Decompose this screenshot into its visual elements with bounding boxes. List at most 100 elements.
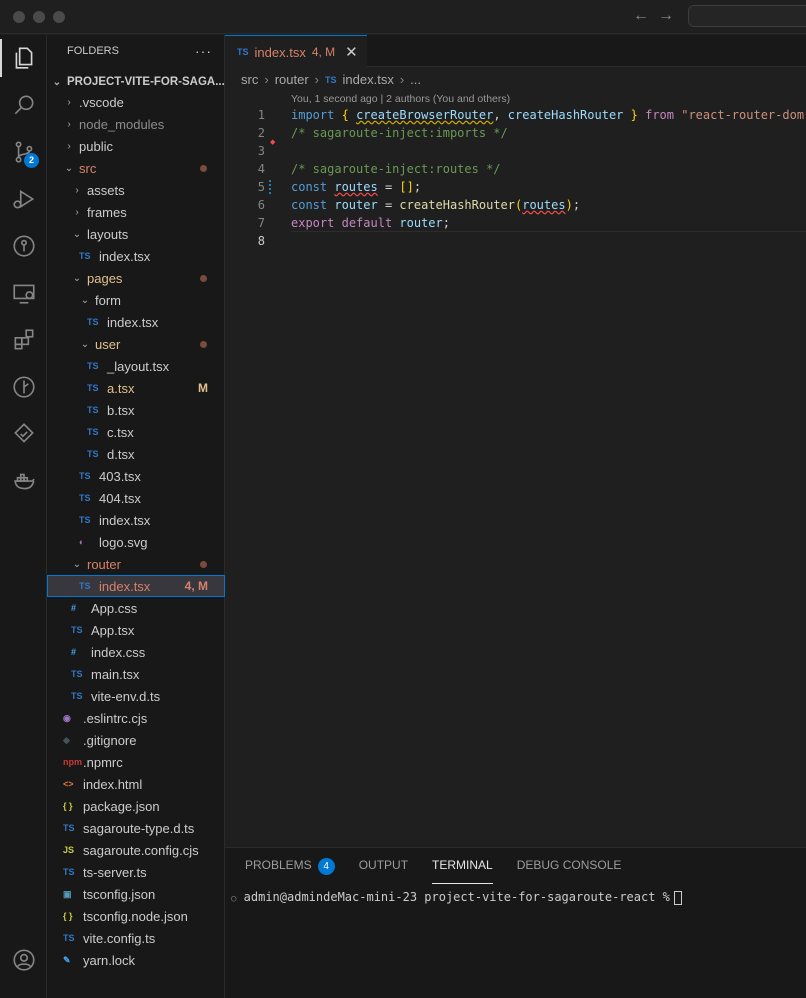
tree-item-label: 403.tsx (99, 468, 141, 484)
file-row[interactable]: TS index.tsx 4, M (47, 575, 225, 597)
file-row[interactable]: TS a.tsx M (47, 377, 225, 399)
command-center-search[interactable] (688, 5, 806, 27)
folder-row[interactable]: ⌄ router (47, 553, 225, 575)
breadcrumb-src[interactable]: src (241, 72, 258, 87)
zoom-window-button[interactable] (53, 11, 65, 23)
file-row[interactable]: { } package.json (47, 795, 225, 817)
tree-item-label: a.tsx (107, 380, 135, 396)
ts-file-icon: TS (79, 515, 91, 525)
explorer-icon[interactable] (0, 35, 47, 81)
docker-icon[interactable] (0, 458, 47, 504)
git-graph-icon[interactable] (0, 364, 47, 410)
tree-item-label: frames (87, 204, 127, 220)
file-row[interactable]: ◐ logo.svg (47, 531, 225, 553)
tree-item-label: sagaroute.config.cjs (83, 842, 199, 858)
file-row[interactable]: TS vite-env.d.ts (47, 685, 225, 707)
file-row[interactable]: TS sagaroute-type.d.ts (47, 817, 225, 839)
more-actions-icon[interactable]: ··· (195, 43, 212, 59)
file-row[interactable]: TS index.tsx (47, 245, 225, 267)
tab-terminal[interactable]: TERMINAL (432, 858, 493, 884)
terminal[interactable]: ○ admin@admindeMac-mini-23 project-vite-… (231, 890, 682, 905)
tab-debug-console[interactable]: DEBUG CONSOLE (517, 858, 622, 884)
tab-problems-label: PROBLEMS (245, 858, 312, 872)
tree-item-label: .gitignore (83, 732, 137, 748)
folder-row[interactable]: ⌄ user (47, 333, 225, 355)
extensions-icon[interactable] (0, 317, 47, 363)
breadcrumb-symbols[interactable]: ... (410, 72, 421, 87)
file-row[interactable]: TS _layout.tsx (47, 355, 225, 377)
file-row[interactable]: { } tsconfig.node.json (47, 905, 225, 927)
folder-row[interactable]: ⌄ layouts (47, 223, 225, 245)
editor-tab-index-tsx[interactable]: TS index.tsx 4, M ✕ (225, 35, 367, 68)
file-row[interactable]: # index.css (47, 641, 225, 663)
remote-explorer-icon[interactable] (0, 270, 47, 316)
git-history-icon[interactable] (0, 223, 47, 269)
file-row[interactable]: <> index.html (47, 773, 225, 795)
close-tab-icon[interactable]: ✕ (345, 43, 358, 61)
tree-item-label: assets (87, 182, 125, 198)
minimize-window-button[interactable] (33, 11, 45, 23)
breadcrumb-router[interactable]: router (275, 72, 309, 87)
git-status-badge: M (198, 381, 208, 395)
explorer-header: FOLDERS ··· (47, 35, 224, 67)
close-window-button[interactable] (13, 11, 25, 23)
file-row[interactable]: ▣ tsconfig.json (47, 883, 225, 905)
source-control-icon[interactable]: 2 (0, 129, 47, 175)
tree-item-label: node_modules (79, 116, 165, 132)
tab-problems[interactable]: PROBLEMS 4 (245, 858, 335, 884)
file-row[interactable]: TS App.tsx (47, 619, 225, 641)
ts-file-icon: TS (87, 361, 99, 371)
modified-dot (200, 165, 207, 172)
folder-row[interactable]: ⌄ pages (47, 267, 225, 289)
folder-row[interactable]: › assets (47, 179, 225, 201)
tab-output-label: OUTPUT (358, 858, 409, 872)
file-row[interactable]: TS 404.tsx (47, 487, 225, 509)
project-root-folder[interactable]: ⌄ PROJECT-VITE-FOR-SAGA... (47, 71, 225, 93)
tree-item-label: App.tsx (91, 622, 135, 638)
folder-row[interactable]: › frames (47, 201, 225, 223)
folder-row[interactable]: ⌄ src (47, 157, 225, 179)
file-row[interactable]: # App.css (47, 597, 225, 619)
tree-item-label: src (79, 160, 97, 176)
file-row[interactable]: ◆ .gitignore (47, 729, 225, 751)
code-token: } (630, 108, 638, 122)
file-row[interactable]: JS sagaroute.config.cjs (47, 839, 225, 861)
back-arrow-icon[interactable]: ← (633, 7, 649, 25)
git-blame-codelens[interactable]: You, 1 second ago | 2 authors (You and o… (291, 93, 510, 105)
line-number: 3 (257, 144, 265, 158)
test-flask-icon[interactable] (0, 411, 47, 457)
file-row[interactable]: npm .npmrc (47, 751, 225, 773)
search-icon[interactable] (0, 82, 47, 128)
file-row[interactable]: TS c.tsx (47, 421, 225, 443)
folder-row[interactable]: ⌄ form (47, 289, 225, 311)
folder-row[interactable]: › public (47, 135, 225, 157)
code-token: createBrowserRouter (356, 108, 494, 122)
file-row[interactable]: TS d.tsx (47, 443, 225, 465)
file-row[interactable]: ✎ yarn.lock (47, 949, 225, 971)
code-line: ​ (291, 231, 806, 250)
modified-dot (200, 561, 207, 568)
code-area[interactable]: import { createBrowserRouter, createHash… (291, 106, 806, 250)
folder-row[interactable]: › .vscode (47, 91, 225, 113)
account-icon[interactable] (0, 937, 47, 983)
file-row[interactable]: TS index.tsx (47, 509, 225, 531)
file-row[interactable]: TS vite.config.ts (47, 927, 225, 949)
file-row[interactable]: ◉ .eslintrc.cjs (47, 707, 225, 729)
file-row[interactable]: TS main.tsx (47, 663, 225, 685)
ts-file-icon: TS (71, 625, 83, 635)
folder-row[interactable]: › node_modules (47, 113, 225, 135)
breadcrumb-file[interactable]: index.tsx (343, 72, 394, 87)
code-token: const (291, 198, 328, 212)
file-row[interactable]: TS 403.tsx (47, 465, 225, 487)
file-row[interactable]: TS b.tsx (47, 399, 225, 421)
file-row[interactable]: TS index.tsx (47, 311, 225, 333)
tab-output[interactable]: OUTPUT (359, 858, 408, 884)
file-row[interactable]: TS ts-server.ts (47, 861, 225, 883)
problems-count-badge: 4 (317, 858, 335, 875)
forward-arrow-icon[interactable]: → (658, 7, 674, 25)
run-debug-icon[interactable] (0, 176, 47, 222)
project-root-label: PROJECT-VITE-FOR-SAGA... (67, 76, 225, 88)
line-number: 5 (257, 180, 265, 194)
